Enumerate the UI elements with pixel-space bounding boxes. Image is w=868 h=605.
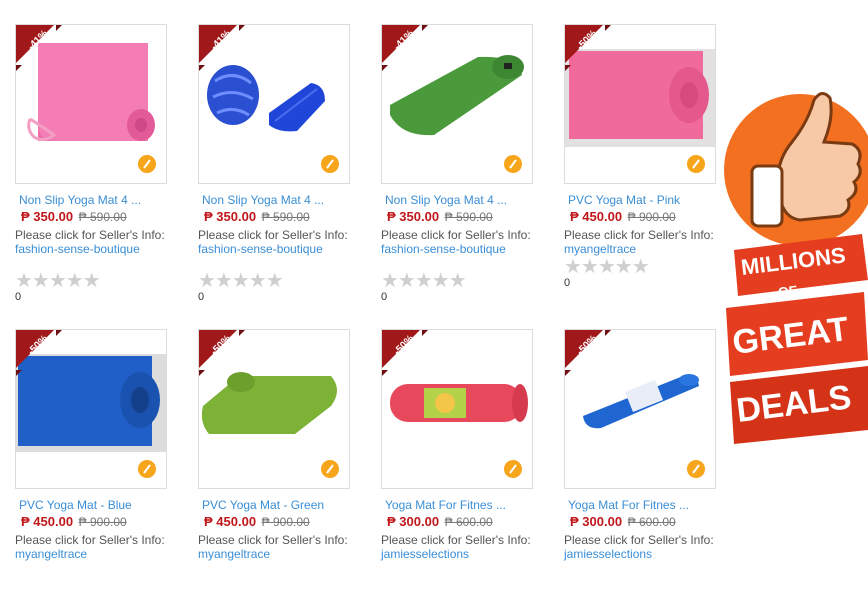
old-price: ₱ 900.00 — [627, 210, 676, 224]
product-price: ₱ 350.00 ₱ 590.00 — [387, 209, 493, 224]
coin-icon — [502, 458, 524, 480]
seller-info: Please click for Seller's Info: fashion-… — [15, 228, 165, 256]
discount-badge: -50% — [16, 330, 78, 392]
coin-icon — [319, 153, 341, 175]
product-card[interactable]: -41% Non Slip Yoga Mat 4 ... ₱ 350.00 ₱ … — [183, 0, 353, 303]
seller-link[interactable]: fashion-sense-boutique — [15, 242, 140, 256]
review-count: 0 — [564, 277, 571, 289]
product-price: ₱ 450.00 ₱ 900.00 — [204, 514, 310, 529]
product-card[interactable]: -50% Yoga Mat For Fitnes ... ₱ 300.00 ₱ … — [366, 305, 536, 605]
coin-icon — [136, 458, 158, 480]
review-count: 0 — [15, 291, 22, 303]
product-title[interactable]: Yoga Mat For Fitnes ... — [568, 498, 718, 512]
discount-badge: -50% — [382, 330, 444, 392]
product-image[interactable]: -50% — [564, 329, 716, 489]
product-image[interactable]: -50% — [198, 329, 350, 489]
old-price: ₱ 600.00 — [627, 515, 676, 529]
product-card[interactable]: -50% Yoga Mat For Fitnes ... ₱ 300.00 ₱ … — [549, 305, 719, 605]
seller-link[interactable]: myangeltrace — [198, 547, 270, 561]
product-card[interactable]: -41% Non Slip Yoga Mat 4 ... ₱ 350.00 ₱ … — [366, 0, 536, 303]
coin-icon — [502, 153, 524, 175]
rating-stars[interactable]: ★★★★★ — [564, 254, 650, 279]
coin-icon — [685, 458, 707, 480]
seller-info: Please click for Seller's Info: myangelt… — [564, 228, 714, 256]
product-card[interactable]: -50% PVC Yoga Mat - Blue ₱ 450.00 ₱ 900.… — [0, 305, 170, 605]
product-image[interactable]: -50% — [564, 24, 716, 184]
product-image[interactable]: -41% — [381, 24, 533, 184]
seller-link[interactable]: fashion-sense-boutique — [381, 242, 506, 256]
seller-info: Please click for Seller's Info: fashion-… — [381, 228, 531, 256]
product-price: ₱ 450.00 ₱ 900.00 — [570, 209, 676, 224]
product-image[interactable]: -41% — [198, 24, 350, 184]
seller-info: Please click for Seller's Info: fashion-… — [198, 228, 348, 256]
product-title[interactable]: PVC Yoga Mat - Green — [202, 498, 352, 512]
product-image[interactable]: -50% — [15, 329, 167, 489]
rating-stars[interactable]: ★★★★★ — [198, 268, 284, 293]
product-price: ₱ 350.00 ₱ 590.00 — [204, 209, 310, 224]
product-price: ₱ 300.00 ₱ 600.00 — [387, 514, 493, 529]
product-title[interactable]: Non Slip Yoga Mat 4 ... — [385, 193, 535, 207]
product-title[interactable]: Non Slip Yoga Mat 4 ... — [202, 193, 352, 207]
product-title[interactable]: Non Slip Yoga Mat 4 ... — [19, 193, 169, 207]
discount-badge: -41% — [382, 25, 444, 87]
discount-badge: -50% — [565, 330, 627, 392]
product-price: ₱ 450.00 ₱ 900.00 — [21, 514, 127, 529]
product-card[interactable]: -41% Non Slip Yoga Mat 4 ... ₱ 350.00 ₱ … — [0, 0, 170, 303]
seller-link[interactable]: myangeltrace — [15, 547, 87, 561]
review-count: 0 — [381, 291, 388, 303]
rating-stars[interactable]: ★★★★★ — [381, 268, 467, 293]
product-title[interactable]: PVC Yoga Mat - Pink — [568, 193, 718, 207]
product-card[interactable]: -50% PVC Yoga Mat - Pink ₱ 450.00 ₱ 900.… — [549, 0, 719, 300]
discount-badge: -50% — [565, 25, 627, 87]
coin-icon — [136, 153, 158, 175]
old-price: ₱ 600.00 — [444, 515, 493, 529]
promo-line-2: -OF- — [772, 282, 803, 301]
seller-info: Please click for Seller's Info: jamiesse… — [381, 533, 531, 561]
product-title[interactable]: PVC Yoga Mat - Blue — [19, 498, 169, 512]
old-price: ₱ 590.00 — [78, 210, 127, 224]
old-price: ₱ 900.00 — [261, 515, 310, 529]
rating-stars[interactable]: ★★★★★ — [15, 268, 101, 293]
product-image[interactable]: -41% — [15, 24, 167, 184]
coin-icon — [685, 153, 707, 175]
seller-info: Please click for Seller's Info: myangelt… — [15, 533, 165, 561]
seller-link[interactable]: jamiesselections — [381, 547, 469, 561]
coin-icon — [319, 458, 341, 480]
product-price: ₱ 350.00 ₱ 590.00 — [21, 209, 127, 224]
old-price: ₱ 590.00 — [444, 210, 493, 224]
review-count: 0 — [198, 291, 205, 303]
discount-badge: -41% — [16, 25, 78, 87]
product-price: ₱ 300.00 ₱ 600.00 — [570, 514, 676, 529]
product-title[interactable]: Yoga Mat For Fitnes ... — [385, 498, 535, 512]
thumbs-up-icon: MILLIONS -OF- GREAT DEALS — [724, 92, 868, 444]
seller-link[interactable]: jamiesselections — [564, 547, 652, 561]
promo-banner[interactable]: MILLIONS -OF- GREAT DEALS — [722, 70, 868, 470]
old-price: ₱ 590.00 — [261, 210, 310, 224]
old-price: ₱ 900.00 — [78, 515, 127, 529]
discount-badge: -50% — [199, 330, 261, 392]
product-image[interactable]: -50% — [381, 329, 533, 489]
product-card[interactable]: -50% PVC Yoga Mat - Green ₱ 450.00 ₱ 900… — [183, 305, 353, 605]
seller-info: Please click for Seller's Info: myangelt… — [198, 533, 348, 561]
discount-badge: -41% — [199, 25, 261, 87]
seller-info: Please click for Seller's Info: jamiesse… — [564, 533, 714, 561]
seller-link[interactable]: fashion-sense-boutique — [198, 242, 323, 256]
product-grid: -41% Non Slip Yoga Mat 4 ... ₱ 350.00 ₱ … — [0, 0, 722, 564]
